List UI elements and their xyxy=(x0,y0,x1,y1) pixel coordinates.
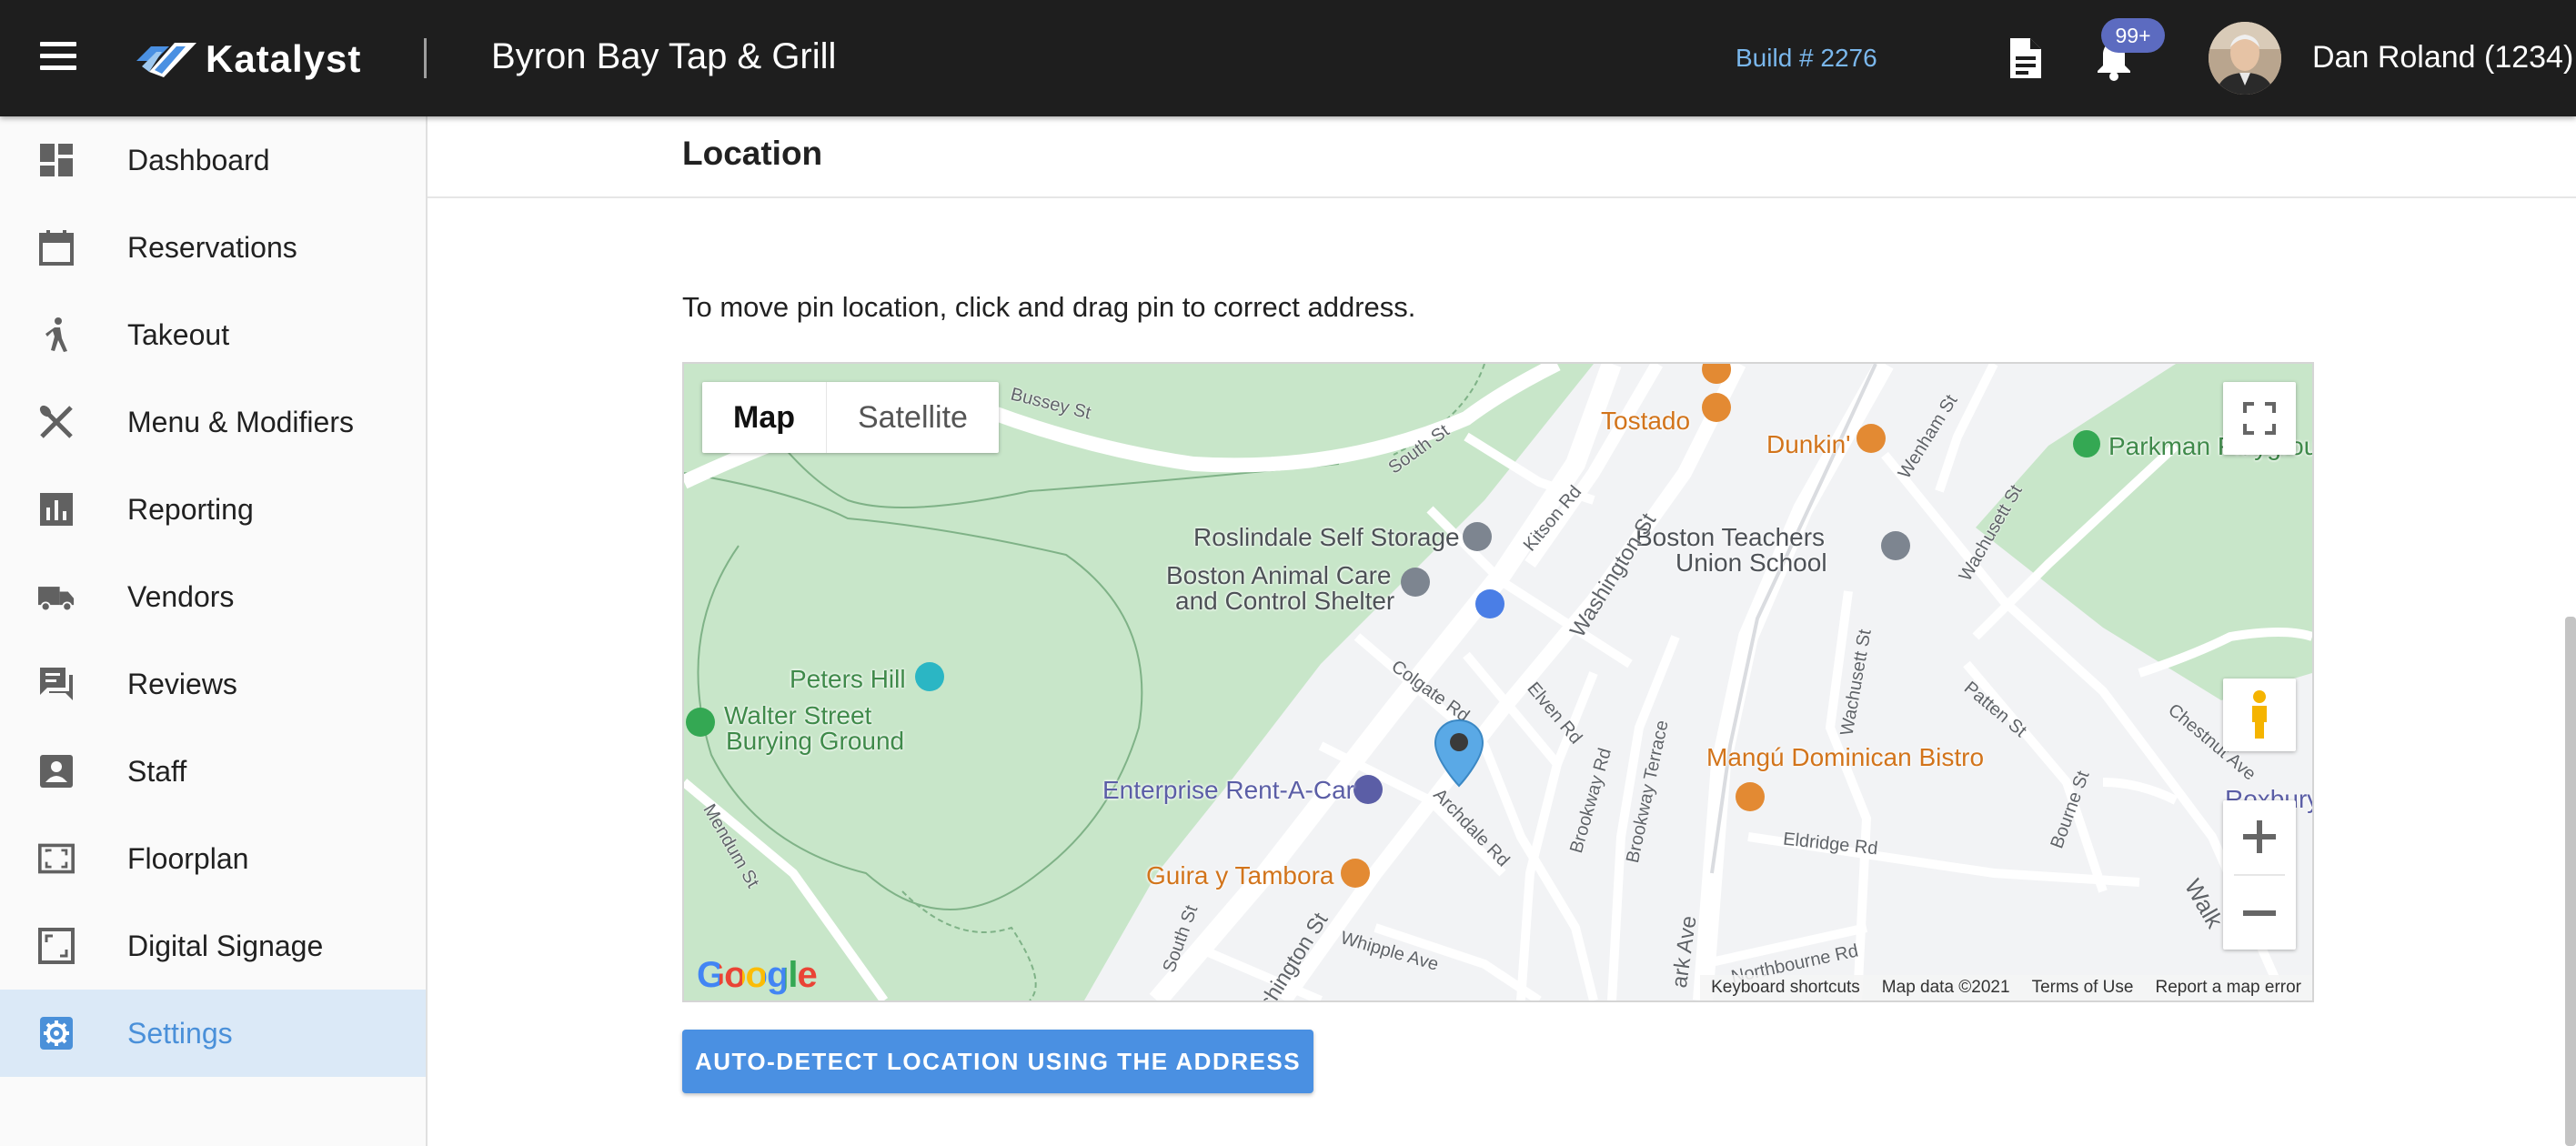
place-label[interactable]: Burying Ground xyxy=(726,728,904,755)
sidebar-item-label: Dashboard xyxy=(127,144,270,176)
divider xyxy=(428,196,2576,198)
sidebar-item-menu-modifiers[interactable]: Menu & Modifiers xyxy=(0,378,426,466)
sidebar-item-label: Takeout xyxy=(127,318,230,351)
hamburger-menu-icon[interactable] xyxy=(40,42,76,75)
sidebar-item-reviews[interactable]: Reviews xyxy=(0,640,426,728)
gear-icon xyxy=(40,1017,73,1050)
floorplan-icon xyxy=(38,843,75,874)
sidebar-item-digital-signage[interactable]: Digital Signage xyxy=(0,902,426,990)
document-icon[interactable] xyxy=(2005,36,2045,80)
location-map[interactable]: Tostado Dunkin' Parkman Playgrou Roslind… xyxy=(682,362,2314,1002)
sidebar-item-label: Staff xyxy=(127,755,187,788)
street-view-pegman[interactable] xyxy=(2223,679,2296,751)
contact-card-icon xyxy=(40,755,73,788)
page-title: Location xyxy=(682,135,823,172)
sidebar-item-vendors[interactable]: Vendors xyxy=(0,553,426,640)
user-photo-icon xyxy=(2209,22,2281,95)
google-logo: Google xyxy=(697,955,818,995)
sidebar-item-label: Floorplan xyxy=(127,842,249,875)
katalyst-logo-icon xyxy=(136,43,196,77)
zoom-in-button[interactable] xyxy=(2223,800,2296,873)
map-attribution: Keyboard shortcuts Map data ©2021 Terms … xyxy=(1700,975,2312,1000)
report-map-error-link[interactable]: Report a map error xyxy=(2144,975,2312,1000)
keyboard-shortcuts-link[interactable]: Keyboard shortcuts xyxy=(1700,975,1871,1000)
zoom-out-button[interactable] xyxy=(2223,877,2296,950)
sidebar-item-settings[interactable]: Settings xyxy=(0,990,426,1077)
brand-name: Katalyst xyxy=(206,37,362,80)
katalyst-logo[interactable]: Katalyst xyxy=(133,36,361,82)
place-label[interactable]: Boston Animal Care xyxy=(1166,562,1391,589)
place-label[interactable]: Peters Hill xyxy=(790,666,906,693)
place-label[interactable]: Dunkin' xyxy=(1766,431,1851,458)
instructions-text: To move pin location, click and drag pin… xyxy=(682,291,1416,323)
place-label[interactable]: Walter Street xyxy=(724,702,871,729)
sidebar-item-label: Settings xyxy=(127,1017,233,1050)
map-type-control: Map Satellite xyxy=(702,382,999,453)
sidebar-item-label: Digital Signage xyxy=(127,930,324,962)
place-label[interactable]: and Control Shelter xyxy=(1175,588,1394,615)
calendar-icon xyxy=(39,230,74,266)
map-data-credit: Map data ©2021 xyxy=(1881,978,2010,997)
sidebar-item-label: Reporting xyxy=(127,493,254,526)
fullscreen-icon xyxy=(2243,402,2276,435)
place-label[interactable]: Boston Teachers xyxy=(1635,524,1825,551)
sidebar-item-reservations[interactable]: Reservations xyxy=(0,204,426,291)
avatar[interactable] xyxy=(2209,22,2281,95)
truck-icon xyxy=(38,587,75,612)
place-label[interactable]: Roslindale Self Storage xyxy=(1193,524,1460,551)
sidebar-item-reporting[interactable]: Reporting xyxy=(0,466,426,553)
place-label[interactable]: Enterprise Rent-A-Car xyxy=(1102,777,1354,804)
sidebar-item-takeout[interactable]: Takeout xyxy=(0,291,426,378)
sidebar-item-label: Menu & Modifiers xyxy=(127,406,354,438)
fullscreen-button[interactable] xyxy=(2223,382,2296,455)
map-tiles xyxy=(684,364,2312,1000)
pegman-icon xyxy=(2252,690,2267,739)
sidebar-item-label: Reviews xyxy=(127,668,237,700)
minus-icon xyxy=(2243,910,2276,916)
plus-icon xyxy=(2243,820,2276,853)
map-type-map[interactable]: Map xyxy=(702,382,827,453)
map-type-satellite[interactable]: Satellite xyxy=(827,382,999,453)
zoom-separator xyxy=(2234,874,2285,876)
chat-bubble-icon xyxy=(40,668,73,700)
sidebar-item-label: Vendors xyxy=(127,580,235,613)
scrollbar[interactable] xyxy=(2565,617,2576,1146)
sidebar-item-label: Reservations xyxy=(127,231,297,264)
header-divider xyxy=(424,38,427,78)
picture-frame-icon xyxy=(38,928,75,964)
place-label[interactable]: Union School xyxy=(1675,549,1827,577)
sidebar: Dashboard Reservations Takeout Menu & Mo… xyxy=(0,116,428,1146)
place-label[interactable]: Tostado xyxy=(1601,407,1690,435)
terms-of-use-link[interactable]: Terms of Use xyxy=(2021,975,2145,1000)
auto-detect-location-button[interactable]: AUTO-DETECT LOCATION USING THE ADDRESS xyxy=(682,1030,1313,1093)
user-name[interactable]: Dan Roland (1234) xyxy=(2312,40,2573,75)
restaurant-name: Byron Bay Tap & Grill xyxy=(491,36,837,76)
sidebar-item-dashboard[interactable]: Dashboard xyxy=(0,116,426,204)
bar-chart-icon xyxy=(40,493,73,526)
place-label[interactable]: Guira y Tambora xyxy=(1146,862,1333,890)
notification-badge: 99+ xyxy=(2101,18,2165,53)
utensils-icon xyxy=(39,405,73,438)
zoom-control xyxy=(2223,800,2296,950)
place-label[interactable]: Mangú Dominican Bistro xyxy=(1706,744,1984,771)
build-number: Build # 2276 xyxy=(1736,44,1877,72)
sidebar-item-floorplan[interactable]: Floorplan xyxy=(0,815,426,902)
top-bar: Katalyst Byron Bay Tap & Grill Build # 2… xyxy=(0,0,2576,116)
sidebar-item-staff[interactable]: Staff xyxy=(0,728,426,815)
walking-person-icon xyxy=(45,317,67,352)
location-pin-icon[interactable] xyxy=(1434,719,1484,788)
dashboard-icon xyxy=(40,144,73,176)
